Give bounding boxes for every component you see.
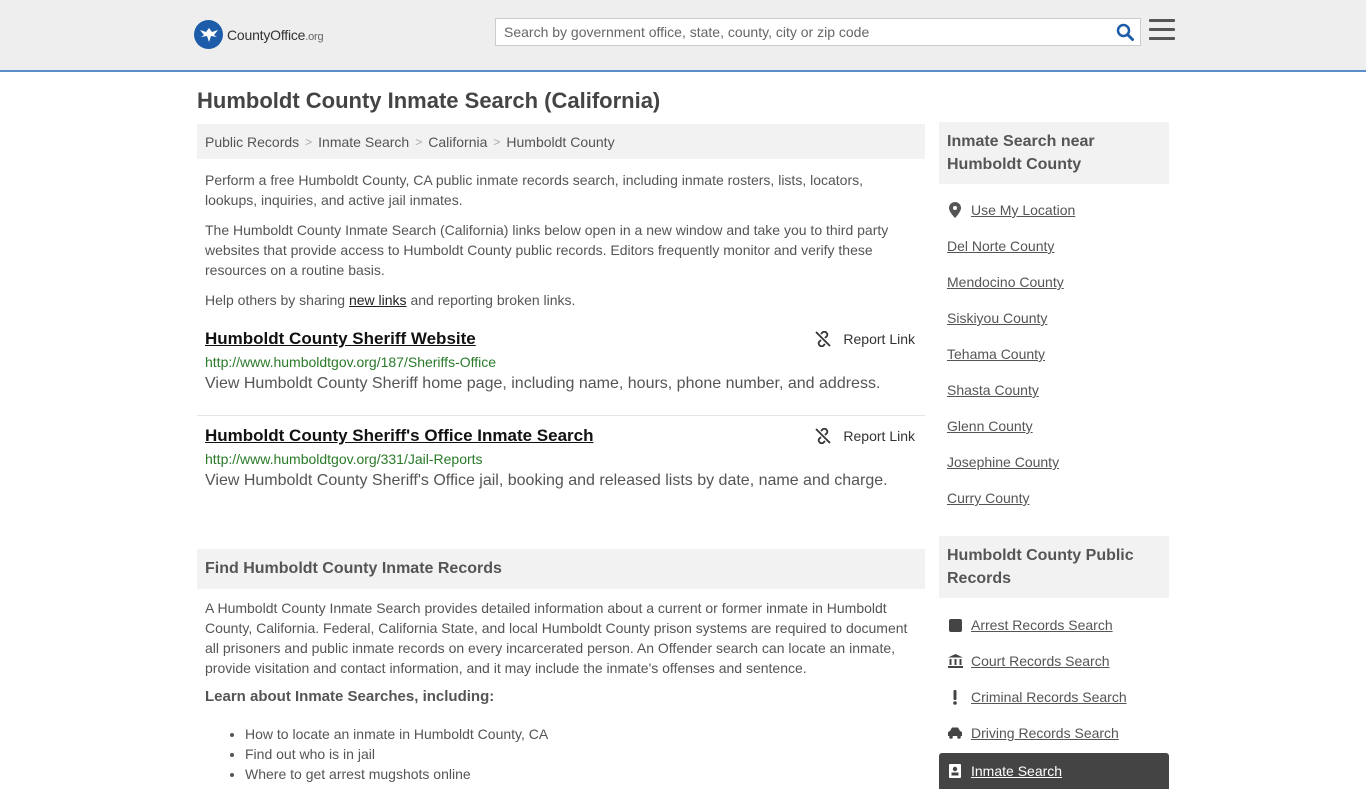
sidebar-item-county[interactable]: Glenn County [939,408,1169,444]
breadcrumb-public-records[interactable]: Public Records [205,134,299,150]
county-link[interactable]: Shasta County [947,382,1039,398]
result-url: http://www.humboldtgov.org/187/Sheriffs-… [205,354,497,370]
page-title: Humboldt County Inmate Search (Californi… [197,88,661,113]
search-input[interactable] [496,19,1110,45]
sidebar-item-court-records[interactable]: Court Records Search [939,643,1169,679]
breadcrumb-separator: > [305,134,313,149]
sidebar-item-county[interactable]: Josephine County [939,444,1169,480]
county-link[interactable]: Glenn County [947,418,1033,434]
use-location-link[interactable]: Use My Location [971,202,1075,218]
breadcrumb-california[interactable]: California [428,134,487,150]
search-button[interactable] [1110,19,1140,45]
logo-org-text: .org [305,30,324,43]
county-link[interactable]: Siskiyou County [947,310,1047,326]
sidebar-item-county[interactable]: Curry County [939,480,1169,516]
sidebar-item-county[interactable]: Tehama County [939,336,1169,372]
logo-main-text: CountyOffice [227,26,306,43]
site-logo[interactable]: CountyOffice.org [194,20,324,49]
square-icon [947,618,963,632]
sidebar-nearby-heading: Inmate Search near Humboldt County [939,122,1169,184]
sidebar-item-county[interactable]: Mendocino County [939,264,1169,300]
county-link[interactable]: Mendocino County [947,274,1064,290]
sidebar-item-county[interactable]: Siskiyou County [939,300,1169,336]
county-link[interactable]: Curry County [947,490,1029,506]
broken-link-icon [815,331,832,347]
court-records-link[interactable]: Court Records Search [971,653,1110,669]
search-icon [1116,23,1134,41]
breadcrumb: Public Records > Inmate Search > Califor… [197,124,925,159]
county-link[interactable]: Tehama County [947,346,1045,362]
sidebar-records-heading: Humboldt County Public Records [939,536,1169,598]
driving-records-link[interactable]: Driving Records Search [971,725,1119,741]
report-link-button[interactable]: Report Link [815,331,915,347]
result-description: View Humboldt County Sheriff's Office ja… [205,472,888,489]
intro-text: Help others by sharing [205,292,349,308]
list-item: How to locate an inmate in Humboldt Coun… [245,724,925,744]
result-title-link[interactable]: Humboldt County Sheriff Website [205,329,476,349]
find-records-body: A Humboldt County Inmate Search provides… [205,600,908,676]
result-url: http://www.humboldtgov.org/331/Jail-Repo… [205,451,483,467]
courthouse-icon [947,654,963,668]
car-icon [947,727,963,739]
exclamation-icon [947,689,963,705]
learn-heading: Learn about Inmate Searches, including: [205,688,495,705]
broken-link-icon [815,428,832,444]
report-link-label: Report Link [843,428,915,444]
sidebar-item-county[interactable]: Shasta County [939,372,1169,408]
arrest-records-link[interactable]: Arrest Records Search [971,617,1113,633]
sidebar-item-criminal-records[interactable]: Criminal Records Search [939,679,1169,715]
breadcrumb-separator: > [493,134,501,149]
main-content: Public Records > Inmate Search > Califor… [197,124,925,784]
result-description: View Humboldt County Sheriff home page, … [205,375,881,392]
result-item: Humboldt County Sheriff's Office Inmate … [197,426,925,496]
intro-paragraph-2: The Humboldt County Inmate Search (Calif… [205,222,889,278]
report-link-button[interactable]: Report Link [815,428,915,444]
sidebar-item-arrest-records[interactable]: Arrest Records Search [939,607,1169,643]
breadcrumb-current: Humboldt County [506,133,615,150]
eagle-seal-icon [194,20,223,49]
sidebar-public-records: Humboldt County Public Records Arrest Re… [939,536,1169,789]
intro: Perform a free Humboldt County, CA publi… [197,170,925,310]
new-links-link[interactable]: new links [349,292,407,308]
learn-list: How to locate an inmate in Humboldt Coun… [197,724,925,784]
search-box [495,18,1141,46]
criminal-records-link[interactable]: Criminal Records Search [971,689,1127,705]
find-records-heading: Find Humboldt County Inmate Records [197,549,925,589]
breadcrumb-separator: > [415,134,423,149]
county-link[interactable]: Josephine County [947,454,1059,470]
sidebar-nearby: Inmate Search near Humboldt County Use M… [939,122,1169,516]
result-item: Humboldt County Sheriff Website Report L… [197,329,925,416]
list-item: Find out who is in jail [245,744,925,764]
logo-text: CountyOffice.org [227,26,324,43]
map-pin-icon [947,202,963,218]
inmate-search-link[interactable]: Inmate Search [971,763,1062,779]
sidebar-item-driving-records[interactable]: Driving Records Search [939,715,1169,751]
sidebar-item-use-location[interactable]: Use My Location [939,192,1169,228]
county-link[interactable]: Del Norte County [947,238,1054,254]
top-bar: CountyOffice.org [0,0,1366,72]
intro-paragraph-3: Help others by sharing new links and rep… [197,290,925,310]
intro-text: and reporting broken links. [406,292,576,308]
breadcrumb-inmate-search[interactable]: Inmate Search [318,134,409,150]
inmate-icon [947,764,963,778]
hamburger-menu-icon[interactable] [1149,19,1175,43]
sidebar-item-county[interactable]: Del Norte County [939,228,1169,264]
report-link-label: Report Link [843,331,915,347]
result-title-link[interactable]: Humboldt County Sheriff's Office Inmate … [205,426,594,446]
sidebar-item-inmate-search[interactable]: Inmate Search [939,753,1169,789]
list-item: Where to get arrest mugshots online [245,764,925,784]
intro-paragraph-1: Perform a free Humboldt County, CA publi… [205,172,864,208]
